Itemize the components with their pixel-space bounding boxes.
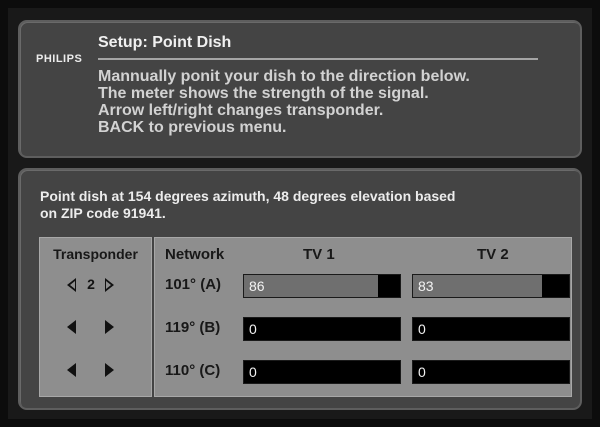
transponder-row-c: [40, 359, 151, 383]
transponder-value: 2: [87, 276, 95, 292]
transponder-row-b: [40, 316, 151, 340]
instruction-line: Mannually ponit your dish to the directi…: [98, 68, 470, 85]
transponder-row-a: 2: [40, 274, 151, 298]
title-divider: [98, 58, 538, 60]
tv2-signal-meter: 0: [412, 360, 570, 384]
arrow-right-icon[interactable]: [105, 320, 114, 334]
instruction-line: The meter shows the strength of the sign…: [98, 85, 429, 102]
meter-value: 0: [418, 321, 426, 337]
meter-value: 0: [249, 321, 257, 337]
network-header: Network: [165, 246, 225, 263]
arrow-left-icon[interactable]: [67, 320, 76, 334]
satellite-label-b: 119° (B): [165, 319, 221, 336]
instructions: Mannually ponit your dish to the directi…: [98, 68, 568, 136]
instruction-line: BACK to previous menu.: [98, 119, 287, 136]
point-dish-panel: Point dish at 154 degrees azimuth, 48 de…: [18, 168, 582, 410]
arrow-left-icon[interactable]: [67, 278, 76, 292]
tv1-signal-meter: 0: [243, 317, 401, 341]
transponder-title: Transponder: [53, 246, 138, 262]
pointing-info: Point dish at 154 degrees azimuth, 48 de…: [40, 188, 560, 222]
transponder-box: Transponder 2: [39, 237, 152, 397]
tv2-signal-meter: 83: [412, 274, 570, 298]
brand-logo: PHILIPS: [36, 53, 83, 65]
tv1-signal-meter: 86: [243, 274, 401, 298]
tv1-header: TV 1: [303, 246, 335, 263]
network-box: Network TV 1 TV 2 101° (A) 86 83 119° (B…: [154, 237, 572, 397]
arrow-left-icon[interactable]: [67, 363, 76, 377]
meter-value: 0: [418, 364, 426, 380]
arrow-right-icon[interactable]: [105, 363, 114, 377]
arrow-right-icon[interactable]: [105, 278, 114, 292]
pointing-line: on ZIP code 91941.: [40, 205, 166, 221]
instruction-line: Arrow left/right changes transponder.: [98, 102, 384, 119]
meter-value: 83: [418, 278, 434, 294]
meter-value: 86: [249, 278, 265, 294]
tv2-signal-meter: 0: [412, 317, 570, 341]
pointing-line: Point dish at 154 degrees azimuth, 48 de…: [40, 188, 456, 204]
tv2-header: TV 2: [477, 246, 509, 263]
satellite-label-c: 110° (C): [165, 362, 221, 379]
meter-value: 0: [249, 364, 257, 380]
header-panel: PHILIPS Setup: Point Dish Mannually poni…: [18, 20, 582, 158]
satellite-label-a: 101° (A): [165, 276, 222, 293]
tv1-signal-meter: 0: [243, 360, 401, 384]
page-title: Setup: Point Dish: [98, 34, 232, 51]
